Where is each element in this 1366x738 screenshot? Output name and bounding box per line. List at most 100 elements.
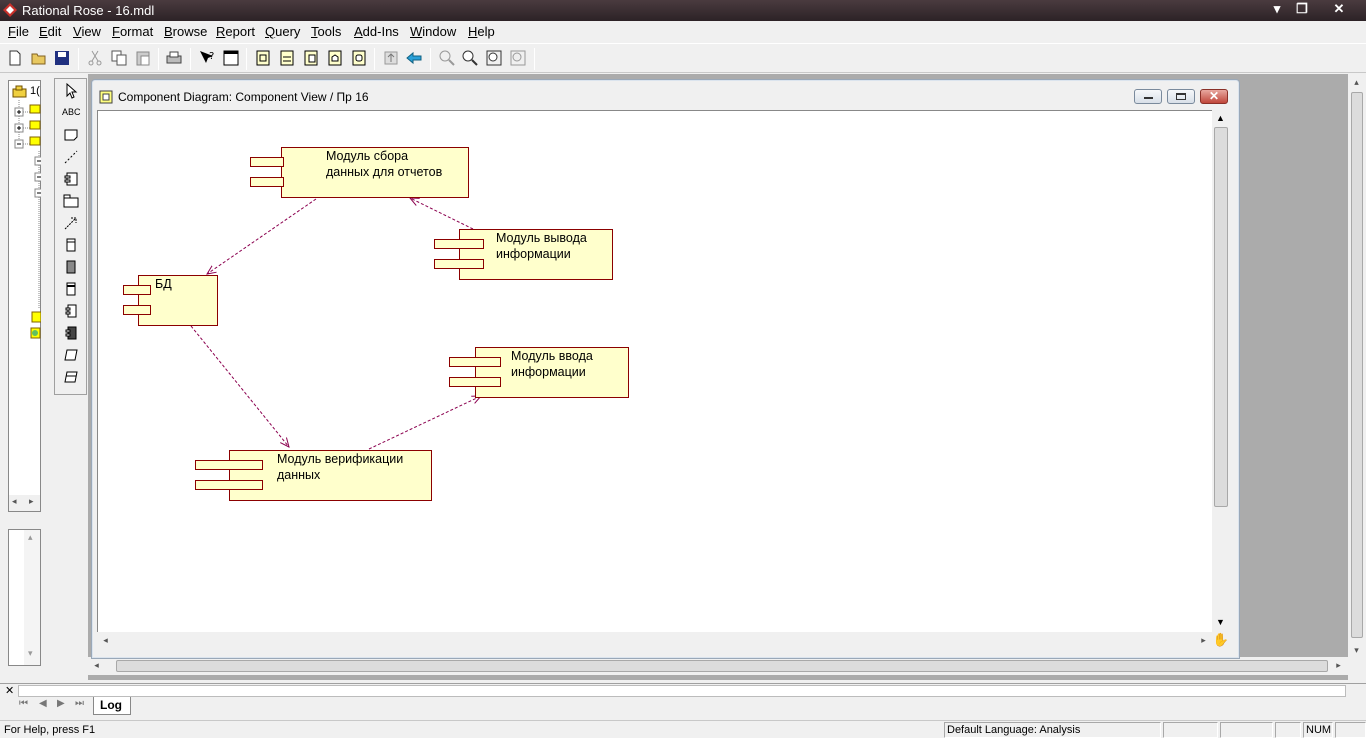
browser-hscroll[interactable]: ◂ ▸	[9, 495, 40, 511]
diagram-minimize-button[interactable]	[1134, 89, 1162, 104]
main-program-icon[interactable]	[62, 280, 80, 298]
canvas-hscroll[interactable]: ◂ ▸	[97, 632, 1212, 649]
task-body-icon[interactable]	[62, 368, 80, 386]
model-icon	[12, 85, 27, 98]
package-body-icon[interactable]	[62, 324, 80, 342]
zoom-out-icon[interactable]	[461, 49, 479, 67]
first-tab-icon[interactable]: ⏮	[19, 698, 28, 709]
fit-in-window-icon[interactable]	[485, 49, 503, 67]
tab-log[interactable]: Log	[93, 697, 131, 715]
package-icon[interactable]	[29, 134, 41, 146]
scroll-right-icon[interactable]: ▸	[1330, 657, 1347, 674]
window-title: Rational Rose - 16.mdl	[22, 3, 155, 18]
scroll-right-icon[interactable]: ▸	[1195, 632, 1212, 649]
menu-help[interactable]: Help	[468, 24, 495, 39]
component-tool-icon[interactable]	[62, 170, 80, 188]
subprogram-body-icon[interactable]	[62, 258, 80, 276]
scroll-down-icon[interactable]: ▾	[1348, 642, 1365, 659]
scroll-left-icon[interactable]: ◂	[88, 657, 105, 674]
menu-view[interactable]: View	[73, 24, 101, 39]
mdi-vscroll[interactable]: ▴ ▾	[1348, 74, 1366, 680]
browse-deployment-diagram-icon[interactable]	[326, 49, 344, 67]
browse-class-diagram-icon[interactable]	[254, 49, 272, 67]
package-icon[interactable]	[29, 118, 41, 130]
mdi-hscroll[interactable]: ◂ ▸	[88, 657, 1348, 675]
browser-tree[interactable]: 1( ◂ ▸	[8, 80, 41, 512]
diagram-canvas[interactable]: Модуль сбора данных для отчетов БД Модул…	[97, 110, 1212, 632]
context-help-icon[interactable]: ?	[198, 49, 216, 67]
close-icon[interactable]: ✕	[1328, 0, 1350, 20]
doc-vscroll[interactable]: ▴ ▾	[24, 530, 40, 665]
canvas-vscroll[interactable]: ▲ ▼	[1212, 110, 1230, 632]
toolbar-separator	[374, 48, 375, 70]
menu-format[interactable]: Format	[112, 24, 153, 39]
new-file-icon[interactable]	[6, 49, 24, 67]
browse-interaction-diagram-icon[interactable]	[278, 49, 296, 67]
mdi-vscroll-thumb[interactable]	[1351, 92, 1363, 638]
package-spec-icon[interactable]	[62, 302, 80, 320]
menu-window[interactable]: Window	[410, 24, 456, 39]
browse-state-diagram-icon[interactable]	[350, 49, 368, 67]
log-close-icon[interactable]: ✕	[5, 684, 14, 697]
text-box-tool[interactable]: ABC	[62, 107, 81, 117]
browse-component-diagram-icon[interactable]	[302, 49, 320, 67]
mdi-hscroll-thumb[interactable]	[116, 660, 1328, 672]
component-port	[250, 177, 284, 187]
browse-parent-icon[interactable]	[382, 49, 400, 67]
diagram-restore-button[interactable]	[1167, 89, 1195, 104]
undo-fit-in-window-icon[interactable]	[509, 49, 527, 67]
copy-icon[interactable]	[110, 49, 128, 67]
canvas-vscroll-thumb[interactable]	[1214, 127, 1228, 507]
pan-hand-icon[interactable]: ✋	[1212, 632, 1230, 649]
scroll-right-icon[interactable]: ▸	[29, 496, 34, 507]
component-db[interactable]	[138, 275, 218, 326]
next-tab-icon[interactable]: ▶	[57, 698, 65, 709]
browse-previous-diagram-icon[interactable]	[405, 49, 423, 67]
view-doc-window-icon[interactable]	[222, 49, 240, 67]
scroll-up-icon[interactable]: ▴	[28, 532, 33, 543]
menu-edit[interactable]: Edit	[39, 24, 61, 39]
subprogram-spec-icon[interactable]	[62, 236, 80, 254]
menu-report[interactable]: Report	[216, 24, 255, 39]
anchor-note-icon[interactable]	[62, 148, 80, 166]
scroll-down-icon[interactable]: ▼	[1212, 614, 1229, 631]
diagram-window-title: Component Diagram: Component View / Пр 1…	[118, 90, 369, 104]
component-input-label: Модуль ввода информации	[511, 349, 593, 379]
dependency-tool-icon[interactable]	[62, 214, 80, 232]
scroll-down-icon[interactable]: ▾	[28, 648, 33, 659]
scroll-up-icon[interactable]: ▴	[1348, 74, 1365, 91]
component-port	[195, 460, 263, 470]
menu-browse[interactable]: Browse	[164, 24, 207, 39]
scroll-left-icon[interactable]: ◂	[12, 496, 17, 507]
cut-icon[interactable]	[86, 49, 104, 67]
scroll-up-icon[interactable]: ▲	[1212, 110, 1229, 127]
documentation-pane[interactable]: ▴ ▾	[8, 529, 41, 666]
diagram-close-button[interactable]: ✕	[1200, 89, 1228, 104]
print-icon[interactable]	[165, 49, 183, 67]
task-spec-icon[interactable]	[62, 346, 80, 364]
menu-tools[interactable]: Tools	[311, 24, 341, 39]
minimize-icon[interactable]: ▾	[1266, 0, 1288, 20]
open-folder-icon[interactable]	[30, 49, 48, 67]
paste-icon[interactable]	[134, 49, 152, 67]
zoom-in-icon[interactable]	[438, 49, 456, 67]
selection-arrow-icon[interactable]	[62, 82, 80, 100]
component-diagram-icon[interactable]	[30, 327, 41, 339]
toolbar-separator	[246, 48, 247, 70]
model-root-label[interactable]: 1(	[30, 85, 40, 97]
prev-tab-icon[interactable]: ◀	[39, 698, 47, 709]
scroll-left-icon[interactable]: ◂	[97, 632, 114, 649]
menu-file[interactable]: File	[8, 24, 29, 39]
status-pane-empty	[1335, 722, 1366, 738]
menu-query[interactable]: Query	[265, 24, 300, 39]
component-db-label: БД	[155, 277, 172, 291]
package-icon[interactable]	[29, 102, 41, 114]
menu-add-ins[interactable]: Add-Ins	[354, 24, 399, 39]
package-tool-icon[interactable]	[62, 192, 80, 210]
component-icon[interactable]	[31, 311, 41, 323]
note-icon[interactable]	[62, 126, 80, 144]
last-tab-icon[interactable]: ⏭	[75, 698, 84, 709]
restore-icon[interactable]: ❐	[1291, 0, 1313, 20]
log-window[interactable]	[18, 685, 1346, 697]
save-icon[interactable]	[53, 49, 71, 67]
